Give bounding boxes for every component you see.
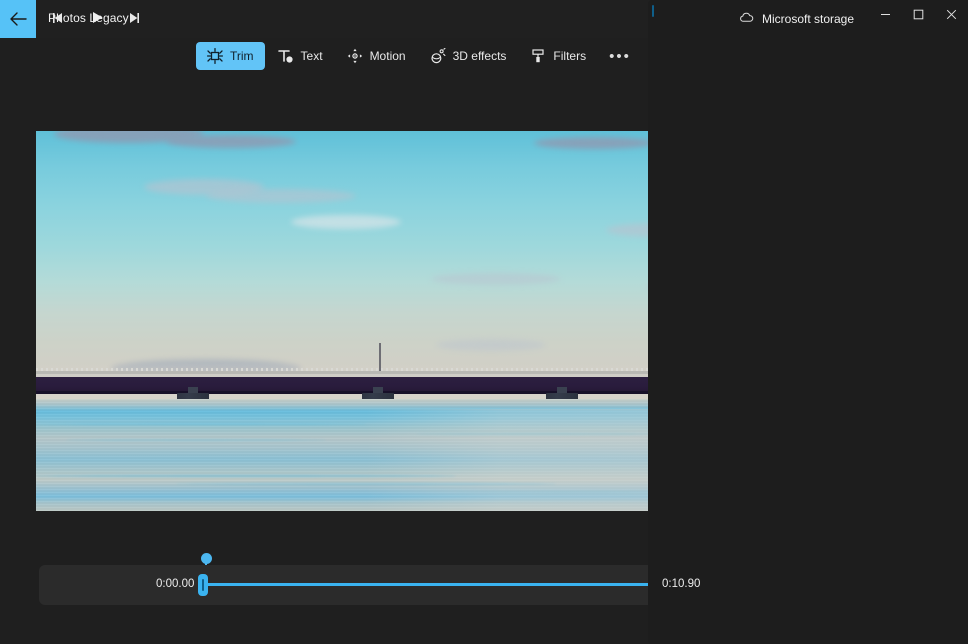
tab-text-label: Text [300,49,323,63]
next-frame-icon [127,11,141,29]
current-time-label: 0:00.00 [156,578,195,590]
video-frame [36,131,706,511]
wave [416,433,666,435]
next-frame-button[interactable] [124,11,144,29]
water [36,399,706,511]
minimize-icon [880,7,891,25]
cloud [431,273,561,285]
cloud [291,215,401,229]
minimize-button[interactable] [869,0,902,32]
right-region: Microsoft storage [728,0,968,644]
right-title-bar: Microsoft storage [728,0,968,38]
edit-toolbar: Trim Text Motion 3D effects Filters ••• [196,42,641,70]
cloud [206,189,356,203]
end-time-label: 0:10.90 [662,578,701,590]
trim-icon [207,48,223,64]
title-bar: Photos Legacy [0,0,728,38]
tab-motion[interactable]: Motion [336,42,417,70]
wave [36,475,456,477]
play-button[interactable] [87,11,107,29]
cloud [436,339,546,351]
tab-text[interactable]: Text [267,42,334,70]
editor-region: Photos Legacy Trim Text Motion 3D effect… [0,0,888,644]
window-controls [869,0,968,32]
tab-trim-label: Trim [230,49,254,63]
wave [36,423,366,425]
play-icon [91,11,104,29]
tab-trim[interactable]: Trim [196,42,265,70]
photos-legacy-window: Photos Legacy Trim Text Motion 3D effect… [0,0,968,644]
cloud-icon [739,10,754,28]
text-icon [277,48,294,64]
close-icon [946,7,957,25]
close-button[interactable] [935,0,968,32]
timeline-track[interactable] [205,583,655,586]
tab-3d-effects-label: 3D effects [452,49,507,63]
video-preview[interactable] [36,131,706,511]
cloud [166,135,296,148]
tab-3d-effects[interactable]: 3D effects [419,42,518,70]
more-options-button[interactable]: ••• [599,42,641,70]
maximize-icon [913,7,924,25]
back-arrow-icon [9,12,27,26]
previous-frame-icon [51,11,65,29]
tab-filters[interactable]: Filters [519,42,597,70]
trim-start-handle-icon[interactable] [198,574,208,596]
tab-filters-label: Filters [553,49,587,63]
microsoft-storage-indicator[interactable]: Microsoft storage [739,10,854,28]
maximize-button[interactable] [902,0,935,32]
motion-icon [347,48,363,64]
previous-frame-button[interactable] [48,11,68,29]
3d-effects-icon [430,48,446,64]
filters-icon [530,48,546,64]
tab-motion-label: Motion [369,49,406,63]
microsoft-storage-label: Microsoft storage [762,12,855,26]
wave [176,483,556,485]
sky [36,131,706,383]
wave [66,439,326,441]
cloud [534,137,654,149]
back-button[interactable] [0,0,36,38]
